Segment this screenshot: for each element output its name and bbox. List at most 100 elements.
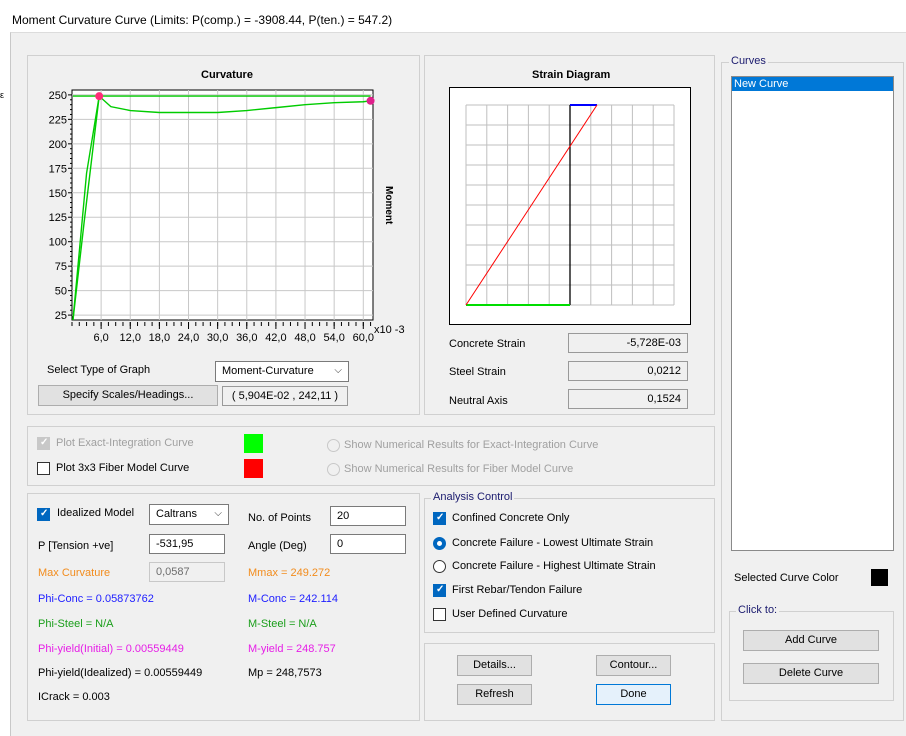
show-fiber-label: Show Numerical Results for Fiber Model C…: [344, 463, 574, 475]
y-tick-label: 50: [55, 286, 67, 298]
first-rebar-checkbox[interactable]: [433, 584, 446, 597]
m-yield-value: M-yield = 248.757: [248, 643, 336, 655]
y-tick-label: 200: [49, 139, 67, 151]
y-tick-label: 175: [49, 163, 67, 175]
show-exact-label: Show Numerical Results for Exact-Integra…: [344, 439, 599, 451]
x-tick-label: 12,0: [120, 332, 141, 344]
neutral-axis-value: 0,1524: [568, 389, 688, 409]
specify-scales-button[interactable]: Specify Scales/Headings...: [38, 385, 218, 406]
window-title: Moment Curvature Curve (Limits: P(comp.)…: [12, 13, 393, 27]
mp-value: Mp = 248,7573: [248, 667, 322, 679]
fiber-curve-label: Plot 3x3 Fiber Model Curve: [56, 462, 190, 474]
add-curve-button[interactable]: Add Curve: [743, 630, 879, 651]
fiber-curve-checkbox[interactable]: [37, 462, 50, 475]
x-tick-label: 60,0: [353, 332, 374, 344]
lowest-strain-radio[interactable]: [433, 537, 446, 550]
show-fiber-radio[interactable]: [327, 463, 340, 476]
graph-type-value: Moment-Curvature: [222, 365, 314, 377]
edge-glyph: ε: [0, 90, 5, 100]
no-of-points-label: No. of Points: [248, 512, 311, 524]
neutral-axis-label: Neutral Axis: [449, 395, 508, 407]
click-to-group: [729, 611, 894, 701]
series-marker-1: [366, 96, 375, 105]
y-tick-label: 25: [55, 310, 67, 322]
angle-input[interactable]: 0: [330, 534, 406, 554]
model-select-value: Caltrans: [156, 508, 197, 520]
moment-axis-label: Moment: [383, 186, 394, 225]
chevron-down-icon: ⌵: [214, 508, 222, 519]
y-tick-label: 100: [49, 237, 67, 249]
lowest-strain-label: Concrete Failure - Lowest Ultimate Strai…: [452, 537, 654, 549]
idealized-panel: [27, 493, 420, 721]
strain-title: Strain Diagram: [532, 69, 611, 81]
steel-strain-value: 0,0212: [568, 361, 688, 381]
first-rebar-label: First Rebar/Tendon Failure: [452, 584, 583, 596]
no-of-points-input[interactable]: 20: [330, 506, 406, 526]
show-exact-radio[interactable]: [327, 439, 340, 452]
selected-curve-color-label: Selected Curve Color: [734, 572, 839, 584]
idealized-model-checkbox[interactable]: [37, 508, 50, 521]
model-select[interactable]: Caltrans ⌵: [149, 504, 229, 525]
m-conc-value: M-Conc = 242.114: [248, 593, 338, 605]
x-tick-label: 36,0: [236, 332, 257, 344]
phi-yield-initial-value: Phi-yield(Initial) = 0.00559449: [38, 643, 184, 655]
y-tick-label: 250: [49, 90, 67, 102]
y-tick-label: 150: [49, 188, 67, 200]
y-tick-label: 225: [49, 114, 67, 126]
x-tick-label: 48,0: [294, 332, 315, 344]
exact-curve-color-swatch[interactable]: [244, 434, 263, 453]
x-tick-label: 30,0: [207, 332, 228, 344]
chevron-down-icon: ⌵: [334, 365, 342, 376]
confined-concrete-checkbox[interactable]: [433, 512, 446, 525]
phi-steel-value: Phi-Steel = N/A: [38, 618, 114, 630]
select-graph-type-label: Select Type of Graph: [47, 364, 151, 376]
mmax-value: Mmax = 249.272: [248, 567, 331, 579]
coord-readout: ( 5,904E-02 , 242,11 ): [222, 386, 348, 406]
phi-yield-idealized-value: Phi-yield(Idealized) = 0.00559449: [38, 667, 203, 679]
curvature-chart[interactable]: 250 225 200 175 150 125 100 75 50 25 6,0 12,0 18,0 2…: [27, 80, 418, 360]
icrack-value: ICrack = 0.003: [38, 691, 110, 703]
concrete-strain-value: -5,728E-03: [568, 333, 688, 353]
max-curvature-label: Max Curvature: [38, 567, 111, 579]
x-tick-label: 54,0: [323, 332, 344, 344]
concrete-strain-label: Concrete Strain: [449, 338, 526, 350]
curvature-x-ticks: 6,0 12,0 18,0 24,0 30,0 36,0 42,0 48,0 54,0 60,0: [71, 322, 374, 344]
x-tick-label: 42,0: [265, 332, 286, 344]
curvature-grid: [71, 89, 374, 321]
p-tension-input[interactable]: -531,95: [149, 534, 225, 554]
graph-type-select[interactable]: Moment-Curvature ⌵: [215, 361, 349, 382]
strain-diagram: [449, 87, 691, 325]
curves-title: Curves: [729, 55, 768, 67]
x-tick-label: 24,0: [178, 332, 199, 344]
y-tick-label: 125: [49, 212, 67, 224]
phi-conc-value: Phi-Conc = 0.05873762: [38, 593, 154, 605]
x-tick-label: 18,0: [149, 332, 170, 344]
idealized-model-label: Idealized Model: [57, 507, 135, 519]
highest-strain-label: Concrete Failure - Highest Ultimate Stra…: [452, 560, 656, 572]
m-steel-value: M-Steel = N/A: [248, 618, 317, 630]
analysis-control-title: Analysis Control: [431, 491, 515, 503]
contour-button[interactable]: Contour...: [596, 655, 671, 676]
fiber-curve-color-swatch[interactable]: [244, 459, 263, 478]
y-tick-label: 75: [55, 261, 67, 273]
exact-curve-checkbox[interactable]: [37, 437, 50, 450]
confined-concrete-label: Confined Concrete Only: [452, 512, 570, 524]
max-curvature-value: 0,0587: [149, 562, 225, 582]
x-tick-label: 6,0: [93, 332, 108, 344]
delete-curve-button[interactable]: Delete Curve: [743, 663, 879, 684]
done-button[interactable]: Done: [596, 684, 671, 705]
exact-curve-label: Plot Exact-Integration Curve: [56, 437, 194, 449]
highest-strain-radio[interactable]: [433, 560, 446, 573]
refresh-button[interactable]: Refresh: [457, 684, 532, 705]
curve-list-item[interactable]: New Curve: [732, 77, 893, 91]
user-defined-label: User Defined Curvature: [452, 608, 568, 620]
click-to-label: Click to:: [736, 604, 780, 616]
selected-curve-color-swatch[interactable]: [871, 569, 888, 586]
details-button[interactable]: Details...: [457, 655, 532, 676]
x-exponent-label: x10 -3: [374, 324, 405, 336]
curve-options-panel: [27, 426, 715, 486]
p-tension-label: P [Tension +ve]: [38, 540, 114, 552]
user-defined-checkbox[interactable]: [433, 608, 446, 621]
curvature-y-ticks: 250 225 200 175 150 125 100 75 50 25: [49, 90, 72, 322]
curves-list[interactable]: New Curve: [731, 76, 894, 551]
